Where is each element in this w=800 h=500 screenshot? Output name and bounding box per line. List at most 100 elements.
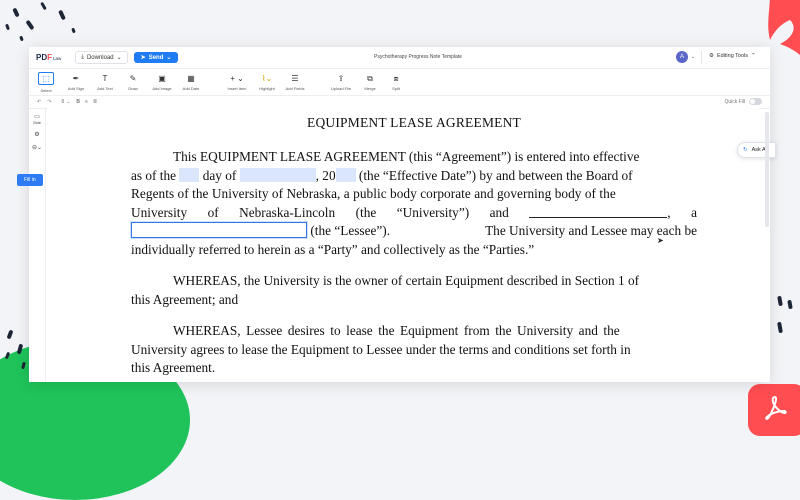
tool-label: Upload File bbox=[330, 85, 352, 91]
paragraph-line: Regents of the University of Nebraska, a… bbox=[131, 186, 616, 201]
align-left-icon[interactable]: ≡ bbox=[85, 99, 88, 105]
add-fields-tool[interactable]: ☰ Add Fields bbox=[281, 70, 309, 94]
chevron-down-icon: ⌄ bbox=[166, 55, 172, 61]
send-label: Send bbox=[148, 54, 164, 61]
logo-text-law: Law bbox=[53, 56, 62, 61]
tool-label: Add Image bbox=[152, 85, 172, 91]
tool-label: Add Date bbox=[182, 85, 200, 91]
paragraph-line: this Agreement. bbox=[131, 360, 216, 375]
signature-icon: ✒ bbox=[72, 73, 80, 83]
paragraph-line: WHEREAS, Lessee desires to lease the Equ… bbox=[173, 323, 620, 338]
highlight-icon: ⌇⌄ bbox=[261, 73, 273, 83]
split-tool[interactable]: ⧈ Split bbox=[383, 70, 409, 94]
add-text-tool[interactable]: T Add Text bbox=[91, 70, 119, 94]
plus-icon: + ⌄ bbox=[230, 73, 244, 83]
upload-icon: ⇪ bbox=[337, 73, 345, 83]
select-tool[interactable]: ⬚ Select bbox=[31, 70, 61, 94]
document-title[interactable]: Psychotherapy Progress Note Template bbox=[374, 54, 462, 60]
pdf-logo-icon bbox=[765, 395, 787, 420]
split-icon: ⧈ bbox=[393, 73, 399, 83]
tool-label: Merge bbox=[364, 85, 376, 91]
divider bbox=[701, 51, 702, 64]
bold-icon[interactable]: B bbox=[76, 99, 80, 105]
settings-icon[interactable]: ⚙ bbox=[29, 131, 45, 138]
document-icon: ▭ bbox=[34, 114, 40, 120]
scrollbar[interactable] bbox=[765, 112, 769, 227]
text-segment: a bbox=[691, 204, 697, 220]
toggle-switch[interactable] bbox=[749, 98, 762, 105]
zoom-icon[interactable]: ⊖⌄ bbox=[29, 144, 45, 151]
fill-in-button[interactable]: Fill in bbox=[17, 174, 43, 186]
draw-tool[interactable]: ✎ Draw bbox=[119, 70, 147, 94]
whereas-paragraph-2: WHEREAS, Lessee desires to lease the Equ… bbox=[131, 322, 697, 378]
ask-ai-button[interactable]: ↻ Ask AI bbox=[737, 142, 777, 158]
add-sign-tool[interactable]: ✒ Add Sign bbox=[61, 70, 91, 94]
redo-icon[interactable]: ↷ bbox=[47, 99, 51, 105]
text-segment: “University”) bbox=[396, 204, 470, 220]
download-icon: ⤓ bbox=[81, 54, 84, 60]
text-segment: (the bbox=[355, 204, 377, 220]
align-center-icon[interactable]: ≣ bbox=[93, 99, 97, 105]
paragraph-line: this Agreement; and bbox=[131, 291, 239, 307]
text-segment: and bbox=[489, 204, 509, 220]
calendar-icon: ▦ bbox=[187, 73, 195, 83]
paragraph-line: individually referred to herein as a “Pa… bbox=[131, 241, 535, 257]
quick-fill-label: Quick Fill bbox=[724, 98, 745, 105]
tool-label: Draw bbox=[128, 85, 138, 91]
year-field[interactable] bbox=[335, 167, 356, 182]
text-segment: Nebraska-Lincoln bbox=[239, 204, 336, 220]
pdf-app-badge bbox=[748, 384, 800, 436]
merge-icon: ⧉ bbox=[367, 73, 373, 83]
quick-fill-toggle[interactable]: Quick Fill bbox=[724, 98, 762, 105]
logo-text-pd: PD bbox=[36, 53, 48, 62]
editing-tools-toggle[interactable]: ⚙ Editing Tools ⌃ bbox=[709, 53, 756, 59]
paragraph-line: (the “Lessee”). The University and Lesse… bbox=[131, 222, 697, 241]
merge-tool[interactable]: ⧉ Merge bbox=[357, 70, 383, 94]
app-logo[interactable]: PD F Law bbox=[36, 53, 61, 62]
download-button[interactable]: ⤓ Download ⌄ bbox=[75, 51, 128, 64]
undo-icon[interactable]: ↶ bbox=[37, 99, 41, 105]
text-icon: T bbox=[102, 73, 108, 83]
send-button[interactable]: ➤ Send ⌄ bbox=[133, 52, 179, 63]
top-bar: PD F Law ⤓ Download ⌄ ➤ Send ⌄ Psychothera… bbox=[29, 47, 770, 69]
lessee-name-underline[interactable] bbox=[529, 205, 668, 218]
text-segment: (the “Effective Date”) by and between th… bbox=[358, 167, 633, 183]
send-icon: ➤ bbox=[140, 55, 146, 61]
editing-toolbar: ⬚ Select ✒ Add Sign T Add Text ✎ Draw ▣ … bbox=[29, 69, 770, 96]
chevron-down-icon[interactable]: ⌄ bbox=[66, 99, 70, 105]
left-sidebar: ▭ Side ⚙ ⊖⌄ bbox=[29, 107, 46, 382]
download-label: Download bbox=[86, 54, 114, 61]
editing-tools-label: Editing Tools bbox=[716, 53, 749, 59]
text-segment: of bbox=[207, 204, 219, 220]
image-icon: ▣ bbox=[158, 73, 166, 83]
add-date-tool[interactable]: ▦ Add Date bbox=[177, 70, 205, 94]
fields-icon: ☰ bbox=[291, 73, 299, 83]
tool-label: Add Fields bbox=[285, 85, 305, 91]
text-segment: day of bbox=[202, 167, 237, 183]
upload-file-tool[interactable]: ⇪ Upload File bbox=[325, 70, 357, 94]
tool-label: Insert Item bbox=[227, 85, 247, 91]
text-segment: The University and Lessee may each be bbox=[485, 223, 697, 238]
lessee-name-field[interactable] bbox=[131, 222, 307, 238]
chevron-down-icon[interactable]: ⌄ bbox=[691, 54, 695, 60]
add-image-tool[interactable]: ▣ Add Image bbox=[147, 70, 177, 94]
highlight-tool[interactable]: ⌇⌄ Highlight bbox=[253, 70, 281, 94]
paragraph-line: University agrees to lease the Equipment… bbox=[131, 341, 631, 357]
paragraph-line: as of the day of , 20 (the “Effective Da… bbox=[131, 167, 697, 186]
document-page: EQUIPMENT LEASE AGREEMENT This EQUIPMENT… bbox=[47, 107, 759, 382]
day-field[interactable] bbox=[179, 167, 200, 182]
ai-icon: ↻ bbox=[743, 147, 748, 153]
text-segment: , 20 bbox=[315, 167, 336, 183]
insert-item-tool[interactable]: + ⌄ Insert Item bbox=[221, 70, 253, 94]
document-content: EQUIPMENT LEASE AGREEMENT This EQUIPMENT… bbox=[131, 115, 697, 378]
sidebar-toggle[interactable]: ▭ Side bbox=[29, 113, 45, 125]
sidebar-label: Side bbox=[32, 120, 41, 125]
logo-text-f: F bbox=[47, 53, 53, 62]
text-segment: as of the bbox=[131, 167, 177, 183]
avatar[interactable]: A bbox=[676, 51, 688, 63]
tool-label: Add Text bbox=[97, 85, 113, 91]
font-size-select[interactable]: 8 bbox=[61, 99, 64, 105]
pen-icon: ✎ bbox=[129, 73, 137, 83]
month-field[interactable] bbox=[239, 167, 316, 182]
mouse-cursor-icon: ➤ bbox=[657, 236, 664, 245]
